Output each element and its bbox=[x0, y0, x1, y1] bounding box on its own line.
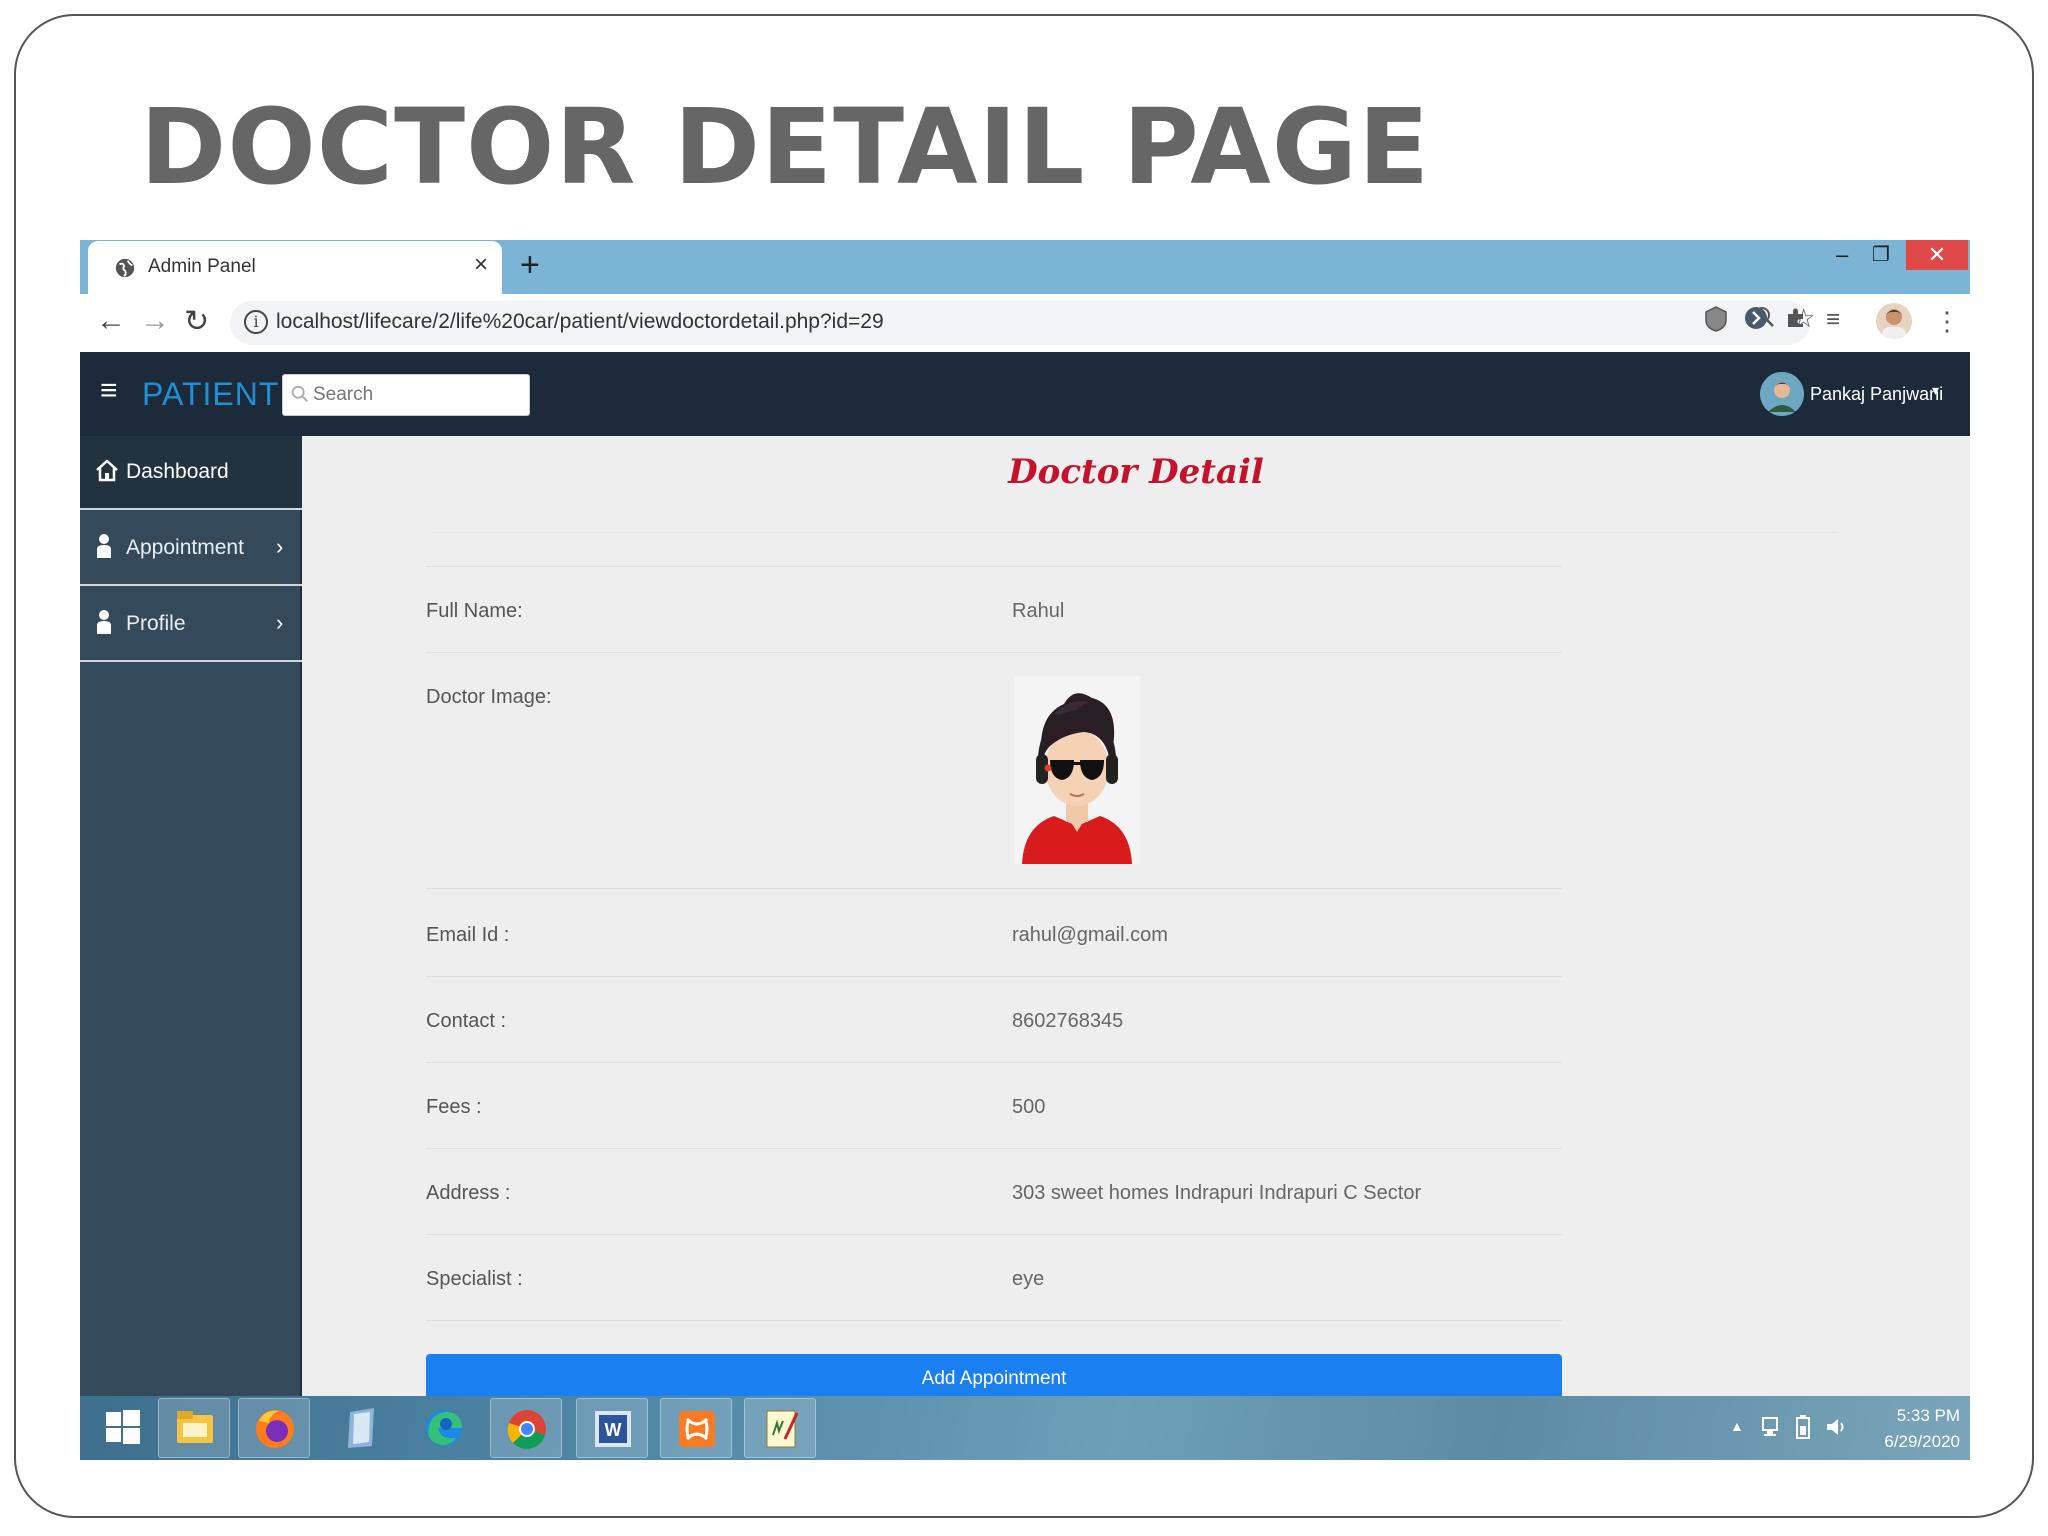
url-text[interactable]: localhost/lifecare/2/life%20car/patient/… bbox=[276, 310, 884, 334]
editor-icon[interactable] bbox=[744, 1398, 816, 1458]
chevron-right-icon: › bbox=[276, 610, 284, 635]
divider bbox=[426, 566, 1562, 567]
sidebar-item-label: Appointment bbox=[126, 536, 244, 559]
divider bbox=[426, 652, 1562, 653]
firefox-icon[interactable] bbox=[238, 1398, 310, 1458]
field-value-address: 303 sweet homes Indrapuri Indrapuri C Se… bbox=[1012, 1182, 1422, 1204]
restore-button[interactable]: ❐ bbox=[1872, 242, 1890, 267]
browser-tab-strip: Admin Panel × + – ❐ ✕ bbox=[80, 240, 1970, 294]
chevron-down-icon[interactable]: ▾ bbox=[1932, 382, 1939, 399]
back-arrow-icon[interactable]: ← bbox=[96, 304, 126, 338]
sidebar-item-profile[interactable]: Profile › bbox=[80, 588, 302, 662]
tab-title: Admin Panel bbox=[148, 256, 256, 277]
hamburger-icon[interactable]: ≡ bbox=[100, 374, 118, 408]
field-value-specialist: eye bbox=[1012, 1268, 1045, 1290]
browser-profile-avatar[interactable] bbox=[1876, 303, 1912, 339]
field-label-doctor-image: Doctor Image: bbox=[426, 686, 552, 708]
clock-time[interactable]: 5:33 PM bbox=[1880, 1406, 1960, 1426]
browser-toolbar: ← → ↻ i localhost/lifecare/2/life%20car/… bbox=[80, 294, 1970, 352]
reload-icon[interactable]: ↻ bbox=[184, 304, 209, 339]
chrome-icon[interactable] bbox=[490, 1398, 562, 1458]
reading-list-icon[interactable]: ≡ bbox=[1826, 306, 1840, 334]
windows-taskbar: W ▲ 5:33 PM 6/29/2020 bbox=[80, 1396, 1970, 1460]
notepad-icon[interactable] bbox=[326, 1398, 398, 1458]
chevron-right-icon: › bbox=[276, 534, 284, 559]
sidebar-item-label: Profile bbox=[126, 612, 186, 635]
battery-icon[interactable] bbox=[1792, 1414, 1816, 1440]
avatar[interactable] bbox=[1760, 372, 1804, 416]
sidebar-item-label: Dashboard bbox=[126, 460, 229, 483]
minimize-button[interactable]: – bbox=[1836, 242, 1848, 268]
sidebar-item-appointment[interactable]: Appointment › bbox=[80, 512, 302, 586]
forward-arrow-icon[interactable]: → bbox=[140, 304, 170, 338]
xampp-icon[interactable] bbox=[660, 1398, 732, 1458]
chevron-up-icon[interactable]: ▲ bbox=[1730, 1418, 1744, 1434]
sidebar: Dashboard Appointment › Profile › bbox=[80, 436, 302, 1460]
browser-screenshot: Admin Panel × + – ❐ ✕ ← → ↻ i localhost/… bbox=[80, 240, 1970, 1460]
divider bbox=[426, 1148, 1562, 1149]
word-icon[interactable]: W bbox=[576, 1398, 648, 1458]
user-name[interactable]: Pankaj Panjwani bbox=[1810, 384, 1943, 405]
doctor-image bbox=[1014, 676, 1140, 864]
field-value-email: rahul@gmail.com bbox=[1012, 924, 1168, 946]
info-icon[interactable]: i bbox=[244, 310, 268, 334]
windows-start-icon[interactable] bbox=[86, 1398, 158, 1458]
svg-text:W: W bbox=[605, 1420, 622, 1440]
globe-icon bbox=[115, 258, 135, 278]
field-label-email: Email Id : bbox=[426, 924, 510, 946]
field-label-fees: Fees : bbox=[426, 1096, 482, 1118]
menu-dots-icon[interactable]: ⋮ bbox=[1934, 306, 1960, 337]
extension-circle-icon[interactable] bbox=[1744, 306, 1768, 337]
address-bar[interactable]: i localhost/lifecare/2/life%20car/patien… bbox=[230, 301, 1815, 345]
volume-icon[interactable] bbox=[1824, 1414, 1848, 1440]
brand-title[interactable]: PATIENT bbox=[142, 376, 279, 413]
search-input[interactable] bbox=[313, 381, 523, 409]
user-icon bbox=[97, 534, 111, 558]
field-value-fees: 500 bbox=[1012, 1096, 1046, 1118]
page-title: Doctor Detail bbox=[1008, 452, 1264, 492]
divider bbox=[432, 532, 1838, 533]
divider bbox=[426, 976, 1562, 977]
field-label-address: Address : bbox=[426, 1182, 511, 1204]
field-value-full-name: Rahul bbox=[1012, 600, 1065, 622]
field-label-full-name: Full Name: bbox=[426, 600, 523, 622]
browser-tab[interactable]: Admin Panel × bbox=[88, 241, 502, 294]
tab-close-icon[interactable]: × bbox=[474, 251, 488, 279]
divider bbox=[426, 1320, 1562, 1321]
user-icon bbox=[97, 610, 111, 634]
file-explorer-icon[interactable] bbox=[158, 1398, 230, 1458]
divider bbox=[426, 888, 1562, 889]
slide-title: DOCTOR DETAIL PAGE bbox=[140, 86, 1431, 208]
main-content: Doctor Detail Full Name: Rahul Doctor Im… bbox=[302, 436, 1970, 1404]
search-field[interactable] bbox=[282, 374, 530, 416]
new-tab-button[interactable]: + bbox=[520, 246, 540, 285]
puzzle-icon[interactable] bbox=[1784, 306, 1808, 337]
sidebar-item-dashboard[interactable]: Dashboard bbox=[80, 436, 302, 510]
field-label-specialist: Specialist : bbox=[426, 1268, 523, 1290]
window-close-button[interactable]: ✕ bbox=[1906, 240, 1968, 270]
divider bbox=[426, 1234, 1562, 1235]
clock-date[interactable]: 6/29/2020 bbox=[1870, 1432, 1960, 1452]
divider bbox=[426, 1062, 1562, 1063]
extension-shield-icon[interactable] bbox=[1704, 306, 1728, 339]
field-value-contact: 8602768345 bbox=[1012, 1010, 1124, 1032]
field-label-contact: Contact : bbox=[426, 1010, 507, 1032]
search-icon bbox=[291, 385, 308, 402]
network-icon[interactable] bbox=[1760, 1414, 1784, 1440]
home-icon bbox=[96, 459, 118, 482]
app-header: ≡ PATIENT Pankaj Panjwani ▾ bbox=[80, 352, 1970, 436]
edge-icon[interactable] bbox=[408, 1398, 480, 1458]
